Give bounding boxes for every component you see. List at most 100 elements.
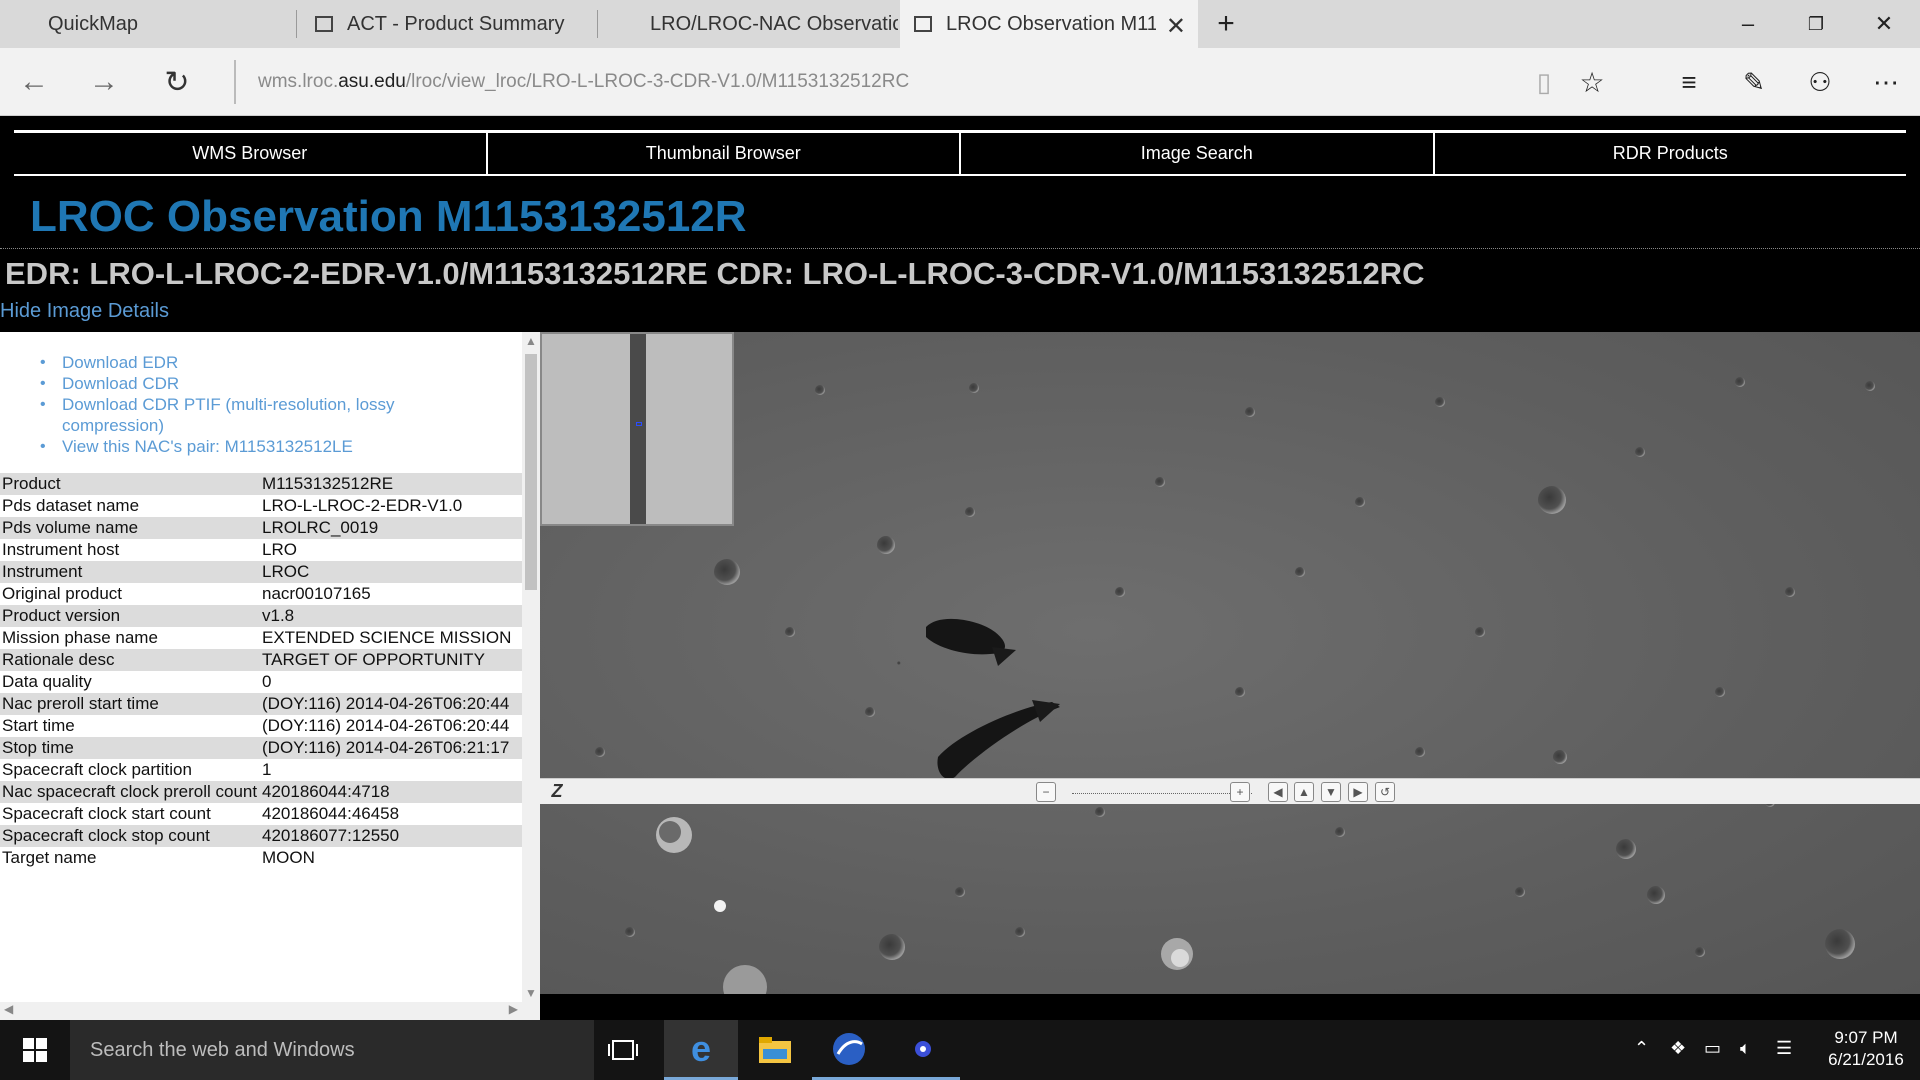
taskbar: Search the web and Windows e ⌃ ❖ ▭ 🔈︎ ☰ … <box>0 1020 1920 1080</box>
scroll-up-icon[interactable]: ▲ <box>522 334 540 348</box>
web-page: WMS Browser Thumbnail Browser Image Sear… <box>0 116 1920 1020</box>
crater <box>1435 397 1445 407</box>
taskbar-app-blue[interactable] <box>812 1020 886 1080</box>
crater <box>1095 807 1105 817</box>
download-cdr-ptif-link[interactable]: Download CDR PTIF (multi-resolution, los… <box>40 394 440 436</box>
scroll-down-icon[interactable]: ▼ <box>522 986 540 1000</box>
show-hidden-icons-icon[interactable]: ⌃ <box>1634 1038 1649 1059</box>
page-title: LROC Observation M1153132512R <box>30 192 747 241</box>
menu-rdr-products[interactable]: RDR Products <box>1435 133 1907 174</box>
metadata-value: 420186044:46458 <box>260 803 522 825</box>
zoom-slider[interactable] <box>1072 790 1252 794</box>
menu-image-search[interactable]: Image Search <box>961 133 1435 174</box>
url-prefix: wms.lroc. <box>258 71 339 92</box>
vertical-scrollbar[interactable]: ▲ ▼ <box>522 332 540 1002</box>
pan-left-icon[interactable]: ◀ <box>1268 782 1288 802</box>
tab-quickmap[interactable]: QuickMap <box>0 0 296 48</box>
metadata-value: LROC <box>260 561 522 583</box>
page-icon <box>914 16 932 32</box>
image-strip <box>630 334 646 524</box>
metadata-key: Spacecraft clock start count <box>0 803 260 825</box>
site-menu: WMS Browser Thumbnail Browser Image Sear… <box>14 130 1906 176</box>
metadata-value: nacr00107165 <box>260 583 522 605</box>
action-center-icon[interactable]: ☰ <box>1776 1038 1792 1059</box>
crater <box>1015 927 1025 937</box>
metadata-value: EXTENDED SCIENCE MISSION <box>260 627 522 649</box>
table-row: Pds volume name LROLRC_0019 <box>0 517 522 539</box>
refresh-icon[interactable]: ↻ <box>153 58 201 106</box>
metadata-value: LROLRC_0019 <box>260 517 522 539</box>
menu-thumbnail-browser[interactable]: Thumbnail Browser <box>488 133 961 174</box>
download-edr-link[interactable]: Download EDR <box>40 352 440 373</box>
more-icon[interactable]: ⋯ <box>1862 58 1910 106</box>
metadata-key: Target name <box>0 847 260 869</box>
horizontal-scrollbar[interactable]: ◀ ▶ <box>0 1002 540 1020</box>
scroll-right-icon[interactable]: ▶ <box>509 1002 518 1016</box>
metadata-value: (DOY:116) 2014-04-26T06:20:44 <box>260 693 522 715</box>
hide-image-details-link[interactable]: Hide Image Details <box>0 300 169 323</box>
zoom-in-icon[interactable]: + <box>1230 782 1250 802</box>
new-tab-button[interactable]: + <box>1198 0 1254 48</box>
metadata-value: 1 <box>260 759 522 781</box>
crater <box>1355 497 1365 507</box>
back-icon[interactable]: ← <box>10 58 58 106</box>
tab-act-product-summary[interactable]: ACT - Product Summary <box>297 0 597 48</box>
start-button[interactable] <box>0 1020 70 1080</box>
table-row: Nac spacecraft clock preroll count 420186… <box>0 781 522 803</box>
table-row: Mission phase name EXTENDED SCIENCE MISSI… <box>0 627 522 649</box>
metadata-value: (DOY:116) 2014-04-26T06:21:17 <box>260 737 522 759</box>
close-tab-icon[interactable]: ✕ <box>1166 12 1186 41</box>
metadata-value: 420186044:4718 <box>260 781 522 803</box>
task-view-button[interactable] <box>586 1020 660 1080</box>
metadata-key: Original product <box>0 583 260 605</box>
pan-right-icon[interactable]: ▶ <box>1348 782 1368 802</box>
scrollbar-thumb[interactable] <box>525 354 537 590</box>
share-icon[interactable]: ⚇ <box>1796 58 1844 106</box>
taskbar-file-explorer[interactable] <box>738 1020 812 1080</box>
crater <box>1785 587 1795 597</box>
taskbar-app-small[interactable] <box>886 1020 960 1080</box>
web-note-icon[interactable]: ✎ <box>1730 58 1778 106</box>
viewer-toolbar: Z − + ◀ ▲ ▼ ▶ ↺ <box>540 778 1920 804</box>
minimize-icon[interactable]: – <box>1720 0 1776 48</box>
tab-lro-nac-observation[interactable]: LRO/LROC-NAC Observatio <box>598 0 898 48</box>
system-clock[interactable]: 9:07 PM 6/21/2016 <box>1812 1020 1920 1080</box>
crater <box>955 887 965 897</box>
image-viewer[interactable] <box>540 332 1920 994</box>
download-cdr-link[interactable]: Download CDR <box>40 373 440 394</box>
close-window-icon[interactable]: ✕ <box>1856 0 1912 48</box>
zoom-out-icon[interactable]: − <box>1036 782 1056 802</box>
viewport-indicator[interactable] <box>636 422 642 426</box>
pan-down-icon[interactable]: ▼ <box>1321 782 1341 802</box>
table-row: Product M1153132512RE <box>0 473 522 495</box>
view-nac-pair-link[interactable]: View this NAC's pair: M1153132512LE <box>40 436 440 457</box>
table-row: Rationale desc TARGET OF OPPORTUNITY <box>0 649 522 671</box>
forward-icon[interactable]: → <box>80 58 128 106</box>
taskbar-edge[interactable]: e <box>664 1020 738 1080</box>
volume-icon[interactable]: 🔈︎ <box>1740 1038 1751 1059</box>
taskbar-search[interactable]: Search the web and Windows <box>70 1020 594 1080</box>
tab-lroc-observation[interactable]: LROC Observation M11! ✕ <box>900 0 1198 48</box>
metadata-key: Instrument <box>0 561 260 583</box>
overview-thumbnail[interactable] <box>540 332 734 526</box>
network-icon[interactable]: ▭ <box>1704 1038 1721 1059</box>
reset-view-icon[interactable]: ↺ <box>1375 782 1395 802</box>
metadata-value: M1153132512RE <box>260 473 522 495</box>
address-bar[interactable]: wms.lroc.asu.edu/lroc/view_lroc/LRO-L-LR… <box>234 60 1494 104</box>
menu-wms-browser[interactable]: WMS Browser <box>14 133 488 174</box>
metadata-key: Pds dataset name <box>0 495 260 517</box>
download-list: Download EDR Download CDR Download CDR P… <box>0 332 540 473</box>
favorite-star-icon[interactable]: ☆ <box>1568 58 1616 106</box>
hub-icon[interactable]: ≡ <box>1665 58 1713 106</box>
reading-view-icon[interactable]: ▯ <box>1520 58 1568 106</box>
dropbox-icon[interactable]: ❖ <box>1670 1038 1686 1059</box>
divider <box>0 248 1920 249</box>
scroll-left-icon[interactable]: ◀ <box>4 1002 13 1016</box>
crater <box>1295 567 1305 577</box>
restore-icon[interactable]: ❐ <box>1788 0 1844 48</box>
crater <box>965 507 975 517</box>
pan-up-icon[interactable]: ▲ <box>1294 782 1314 802</box>
zoomify-logo-icon[interactable]: Z <box>546 781 568 803</box>
table-row: Instrument host LRO <box>0 539 522 561</box>
crater <box>625 927 635 937</box>
